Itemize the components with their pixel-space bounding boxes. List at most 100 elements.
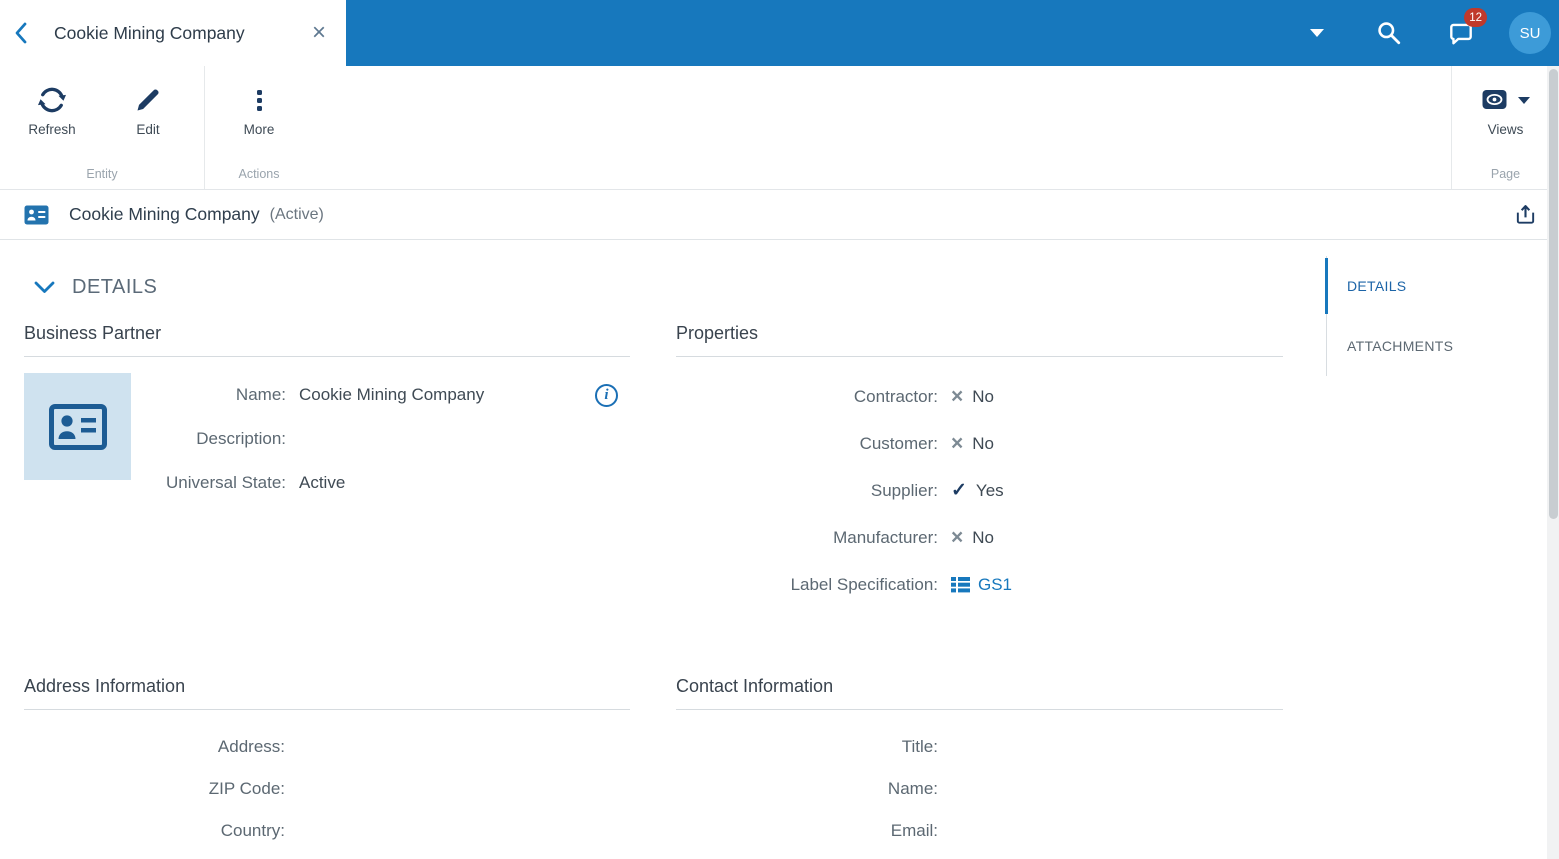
name-value: Cookie Mining Company [299,385,485,404]
x-icon: × [951,385,964,408]
main-panel: DETAILS Business Partner Name: Cookie Mi… [0,240,1326,859]
customer-label: Customer: [859,433,938,453]
notifications-button[interactable]: 12 [1425,0,1497,66]
address-label: Address: [217,737,285,756]
chevron-down-icon [34,281,55,293]
address-information-title: Address Information [24,676,630,710]
business-partner-panel: Business Partner Name: Cookie Mining Com… [24,323,630,608]
back-chevron-icon[interactable] [14,22,28,44]
ribbon-toolbar: Refresh Edit Entity More Actions Views P… [0,66,1559,190]
open-in-window-button[interactable] [1514,203,1537,226]
nav-item-attachments[interactable]: ATTACHMENTS [1327,316,1545,376]
close-tab-icon[interactable]: × [308,21,330,45]
eye-icon [1482,90,1507,109]
contractor-value: No [972,386,994,406]
tab-title: Cookie Mining Company [54,22,245,43]
name-field: Name: Cookie Mining Company i [131,373,630,417]
ribbon-group-label-entity: Entity [86,167,118,181]
ribbon-group-actions: More Actions [205,66,313,189]
content-area: DETAILS Business Partner Name: Cookie Mi… [0,240,1559,859]
label-specification-label: Label Specification: [790,574,938,594]
info-icon[interactable]: i [595,383,618,407]
manufacturer-value: No [972,527,994,547]
zip-code-field: ZIP Code: [24,768,630,810]
more-label: More [243,122,275,137]
search-button[interactable] [1353,0,1425,66]
contact-title-field: Title: [676,726,1283,768]
contact-email-field: Email: [676,810,1283,852]
pencil-icon [134,78,162,122]
label-specification-value[interactable]: GS1 [978,575,1012,595]
manufacturer-label: Manufacturer: [833,527,938,547]
scrollbar-thumb[interactable] [1548,69,1558,519]
ribbon-group-entity: Refresh Edit Entity [0,66,205,189]
entity-header: Cookie Mining Company (Active) [0,190,1559,240]
supplier-field: Supplier: ✓ Yes [676,467,1283,514]
export-up-icon [1516,205,1535,224]
universal-state-value: Active [299,473,346,492]
contact-title-label: Title: [901,737,938,756]
views-button[interactable]: Views [1458,78,1554,137]
edit-button[interactable]: Edit [100,78,196,137]
contact-information-panel: Contact Information Title: Name: Email: [676,676,1283,852]
label-specification-field: Label Specification: GS1 [676,561,1283,608]
refresh-icon [36,78,68,122]
manufacturer-field: Manufacturer: × No [676,514,1283,561]
ribbon-spacer [313,66,1451,189]
country-field: Country: [24,810,630,852]
contact-name-label: Name: [887,779,938,798]
description-label: Description: [196,429,286,448]
avatar[interactable]: SU [1509,12,1551,54]
x-icon: × [951,526,964,549]
name-label: Name: [235,385,286,404]
label-spec-list-icon [951,576,970,593]
zip-code-label: ZIP Code: [208,779,285,798]
more-button[interactable]: More [211,78,307,137]
universal-state-field: Universal State: Active [131,461,630,505]
edit-label: Edit [136,122,160,137]
entity-title: Cookie Mining Company [69,204,260,224]
views-caret-icon[interactable] [1518,96,1530,104]
search-icon [1378,22,1401,45]
entity-tab[interactable]: Cookie Mining Company × [0,0,346,66]
ribbon-group-page: Views Page [1451,66,1559,189]
business-partner-icon [24,205,49,224]
ribbon-group-label-actions: Actions [238,167,280,181]
notification-badge: 12 [1464,8,1487,27]
business-partner-thumbnail[interactable] [24,373,131,480]
views-label: Views [1487,122,1524,137]
universal-state-label: Universal State: [166,473,286,492]
customer-field: Customer: × No [676,420,1283,467]
supplier-label: Supplier: [870,480,938,500]
supplier-value: Yes [975,480,1004,500]
description-field: Description: [131,417,630,461]
contractor-field: Contractor: × No [676,373,1283,420]
contact-name-field: Name: [676,768,1283,810]
id-card-icon [48,403,107,450]
business-partner-title: Business Partner [24,323,630,357]
address-field: Address: [24,726,630,768]
x-icon: × [951,432,964,455]
app-header-bar: 12 SU [346,0,1559,66]
contractor-label: Contractor: [853,386,938,406]
ribbon-group-label-page: Page [1490,167,1521,181]
contact-information-title: Contact Information [676,676,1283,710]
properties-panel: Properties Contractor: × No Customer: × … [676,323,1283,608]
entity-status: (Active) [269,205,324,223]
contact-email-label: Email: [890,821,938,840]
vertical-scrollbar[interactable] [1547,66,1559,859]
more-dots-icon [256,78,262,122]
caret-down-icon [1310,29,1324,37]
check-icon: ✓ [951,480,967,501]
customer-value: No [972,433,994,453]
nav-item-details[interactable]: DETAILS [1325,256,1545,316]
details-section-title: DETAILS [72,276,158,298]
header-dropdown-caret[interactable] [1281,0,1353,66]
details-section-toggle[interactable]: DETAILS [24,240,1326,323]
country-label: Country: [220,821,285,840]
top-bar: Cookie Mining Company × 12 SU [0,0,1559,66]
properties-title: Properties [676,323,1283,357]
refresh-label: Refresh [28,122,76,137]
address-information-panel: Address Information Address: ZIP Code: C… [24,676,630,852]
refresh-button[interactable]: Refresh [4,78,100,137]
